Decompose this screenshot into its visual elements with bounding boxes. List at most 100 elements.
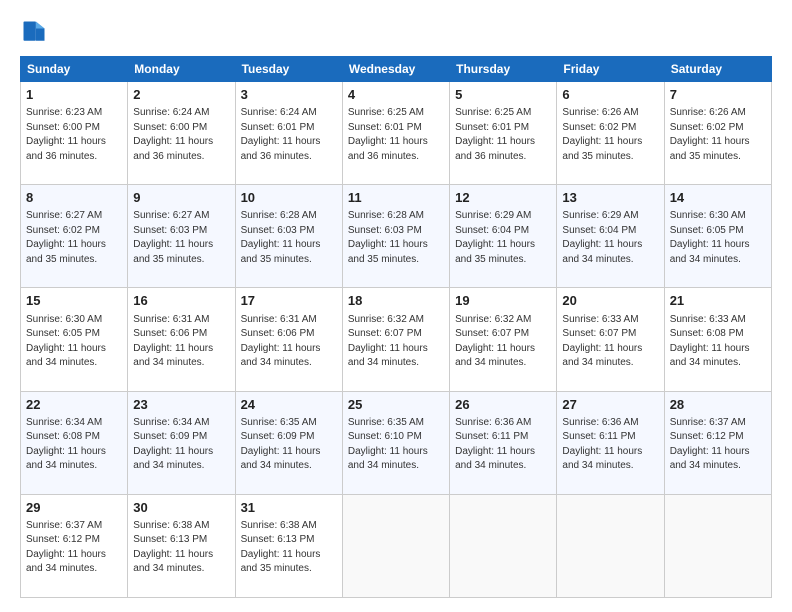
day-number: 12 xyxy=(455,189,551,207)
day-info: Sunrise: 6:25 AM Sunset: 6:01 PM Dayligh… xyxy=(455,106,551,164)
day-cell: 23 Sunrise: 6:34 AM Sunset: 6:09 PM Dayli… xyxy=(128,391,235,494)
day-number: 16 xyxy=(133,292,229,310)
day-number: 10 xyxy=(241,189,337,207)
day-cell: 18Sunrise: 6:32 AM Sunset: 6:07 PM Dayli… xyxy=(342,288,449,391)
header-row: SundayMondayTuesdayWednesdayThursdayFrid… xyxy=(21,57,772,82)
day-info: Sunrise: 6:30 AM Sunset: 6:05 PM Dayligh… xyxy=(670,209,766,267)
day-info: Sunrise: 6:30 AM Sunset: 6:05 PM Dayligh… xyxy=(26,313,122,371)
week-row: 29 Sunrise: 6:37 AM Sunset: 6:12 PM Dayli… xyxy=(21,494,772,597)
day-number: 27 xyxy=(562,396,658,414)
day-info: Sunrise: 6:32 AM Sunset: 6:07 PM Dayligh… xyxy=(455,313,551,371)
day-info: Sunrise: 6:27 AM Sunset: 6:03 PM Dayligh… xyxy=(133,209,229,267)
day-info: Sunrise: 6:28 AM Sunset: 6:03 PM Dayligh… xyxy=(241,209,337,267)
day-info: Sunrise: 6:28 AM Sunset: 6:03 PM Dayligh… xyxy=(348,209,444,267)
weekday-header: Sunday xyxy=(21,57,128,82)
day-cell: 31 Sunrise: 6:38 AM Sunset: 6:13 PM Dayli… xyxy=(235,494,342,597)
day-info: Sunrise: 6:23 AM Sunset: 6:00 PM Dayligh… xyxy=(26,106,122,164)
day-info: Sunrise: 6:31 AM Sunset: 6:06 PM Dayligh… xyxy=(241,313,337,371)
weekday-header: Thursday xyxy=(450,57,557,82)
week-row: 8Sunrise: 6:27 AM Sunset: 6:02 PM Daylig… xyxy=(21,185,772,288)
weekday-header: Saturday xyxy=(664,57,771,82)
weekday-header: Friday xyxy=(557,57,664,82)
logo xyxy=(20,18,52,46)
day-cell: 19 Sunrise: 6:32 AM Sunset: 6:07 PM Dayli… xyxy=(450,288,557,391)
day-cell: 2 Sunrise: 6:24 AM Sunset: 6:00 PM Daylig… xyxy=(128,82,235,185)
day-number: 3 xyxy=(241,86,337,104)
day-number: 13 xyxy=(562,189,658,207)
calendar-table: SundayMondayTuesdayWednesdayThursdayFrid… xyxy=(20,56,772,598)
day-cell: 8Sunrise: 6:27 AM Sunset: 6:02 PM Daylig… xyxy=(21,185,128,288)
week-row: 15 Sunrise: 6:30 AM Sunset: 6:05 PM Dayli… xyxy=(21,288,772,391)
day-number: 22 xyxy=(26,396,122,414)
day-info: Sunrise: 6:26 AM Sunset: 6:02 PM Dayligh… xyxy=(670,106,766,164)
day-number: 24 xyxy=(241,396,337,414)
day-cell: 9 Sunrise: 6:27 AM Sunset: 6:03 PM Daylig… xyxy=(128,185,235,288)
day-info: Sunrise: 6:31 AM Sunset: 6:06 PM Dayligh… xyxy=(133,313,229,371)
day-cell: 24Sunrise: 6:35 AM Sunset: 6:09 PM Dayli… xyxy=(235,391,342,494)
day-number: 2 xyxy=(133,86,229,104)
day-cell: 1Sunrise: 6:23 AM Sunset: 6:00 PM Daylig… xyxy=(21,82,128,185)
logo-icon xyxy=(20,18,48,46)
day-cell: 11 Sunrise: 6:28 AM Sunset: 6:03 PM Dayli… xyxy=(342,185,449,288)
day-number: 29 xyxy=(26,499,122,517)
day-cell: 10 Sunrise: 6:28 AM Sunset: 6:03 PM Dayli… xyxy=(235,185,342,288)
day-number: 6 xyxy=(562,86,658,104)
day-number: 11 xyxy=(348,189,444,207)
day-number: 18 xyxy=(348,292,444,310)
day-info: Sunrise: 6:24 AM Sunset: 6:01 PM Dayligh… xyxy=(241,106,337,164)
day-number: 5 xyxy=(455,86,551,104)
day-number: 26 xyxy=(455,396,551,414)
day-number: 19 xyxy=(455,292,551,310)
day-info: Sunrise: 6:33 AM Sunset: 6:08 PM Dayligh… xyxy=(670,313,766,371)
weekday-header: Tuesday xyxy=(235,57,342,82)
day-info: Sunrise: 6:38 AM Sunset: 6:13 PM Dayligh… xyxy=(133,519,229,577)
day-cell: 5 Sunrise: 6:25 AM Sunset: 6:01 PM Daylig… xyxy=(450,82,557,185)
day-cell: 4Sunrise: 6:25 AM Sunset: 6:01 PM Daylig… xyxy=(342,82,449,185)
day-cell xyxy=(342,494,449,597)
weekday-header: Wednesday xyxy=(342,57,449,82)
day-number: 17 xyxy=(241,292,337,310)
day-number: 8 xyxy=(26,189,122,207)
day-cell: 30 Sunrise: 6:38 AM Sunset: 6:13 PM Dayli… xyxy=(128,494,235,597)
day-cell: 3 Sunrise: 6:24 AM Sunset: 6:01 PM Daylig… xyxy=(235,82,342,185)
day-info: Sunrise: 6:37 AM Sunset: 6:12 PM Dayligh… xyxy=(26,519,122,577)
week-row: 22 Sunrise: 6:34 AM Sunset: 6:08 PM Dayli… xyxy=(21,391,772,494)
day-number: 23 xyxy=(133,396,229,414)
day-info: Sunrise: 6:34 AM Sunset: 6:09 PM Dayligh… xyxy=(133,416,229,474)
day-number: 4 xyxy=(348,86,444,104)
page: SundayMondayTuesdayWednesdayThursdayFrid… xyxy=(0,0,792,612)
day-number: 9 xyxy=(133,189,229,207)
day-cell xyxy=(557,494,664,597)
day-cell: 6 Sunrise: 6:26 AM Sunset: 6:02 PM Daylig… xyxy=(557,82,664,185)
day-cell: 26 Sunrise: 6:36 AM Sunset: 6:11 PM Dayli… xyxy=(450,391,557,494)
day-number: 25 xyxy=(348,396,444,414)
day-cell xyxy=(450,494,557,597)
day-cell: 21Sunrise: 6:33 AM Sunset: 6:08 PM Dayli… xyxy=(664,288,771,391)
header xyxy=(20,18,772,46)
day-cell: 28Sunrise: 6:37 AM Sunset: 6:12 PM Dayli… xyxy=(664,391,771,494)
day-cell: 29 Sunrise: 6:37 AM Sunset: 6:12 PM Dayli… xyxy=(21,494,128,597)
day-info: Sunrise: 6:26 AM Sunset: 6:02 PM Dayligh… xyxy=(562,106,658,164)
day-number: 28 xyxy=(670,396,766,414)
day-cell: 15 Sunrise: 6:30 AM Sunset: 6:05 PM Dayli… xyxy=(21,288,128,391)
day-number: 14 xyxy=(670,189,766,207)
day-info: Sunrise: 6:33 AM Sunset: 6:07 PM Dayligh… xyxy=(562,313,658,371)
day-info: Sunrise: 6:36 AM Sunset: 6:11 PM Dayligh… xyxy=(455,416,551,474)
day-number: 30 xyxy=(133,499,229,517)
day-cell: 25Sunrise: 6:35 AM Sunset: 6:10 PM Dayli… xyxy=(342,391,449,494)
day-info: Sunrise: 6:29 AM Sunset: 6:04 PM Dayligh… xyxy=(562,209,658,267)
day-info: Sunrise: 6:34 AM Sunset: 6:08 PM Dayligh… xyxy=(26,416,122,474)
day-info: Sunrise: 6:38 AM Sunset: 6:13 PM Dayligh… xyxy=(241,519,337,577)
day-cell: 13 Sunrise: 6:29 AM Sunset: 6:04 PM Dayli… xyxy=(557,185,664,288)
day-cell: 7 Sunrise: 6:26 AM Sunset: 6:02 PM Daylig… xyxy=(664,82,771,185)
day-number: 7 xyxy=(670,86,766,104)
day-number: 15 xyxy=(26,292,122,310)
day-number: 31 xyxy=(241,499,337,517)
day-cell: 27 Sunrise: 6:36 AM Sunset: 6:11 PM Dayli… xyxy=(557,391,664,494)
weekday-header: Monday xyxy=(128,57,235,82)
day-cell: 16 Sunrise: 6:31 AM Sunset: 6:06 PM Dayli… xyxy=(128,288,235,391)
day-cell: 17 Sunrise: 6:31 AM Sunset: 6:06 PM Dayli… xyxy=(235,288,342,391)
day-cell: 12Sunrise: 6:29 AM Sunset: 6:04 PM Dayli… xyxy=(450,185,557,288)
day-info: Sunrise: 6:36 AM Sunset: 6:11 PM Dayligh… xyxy=(562,416,658,474)
day-info: Sunrise: 6:24 AM Sunset: 6:00 PM Dayligh… xyxy=(133,106,229,164)
